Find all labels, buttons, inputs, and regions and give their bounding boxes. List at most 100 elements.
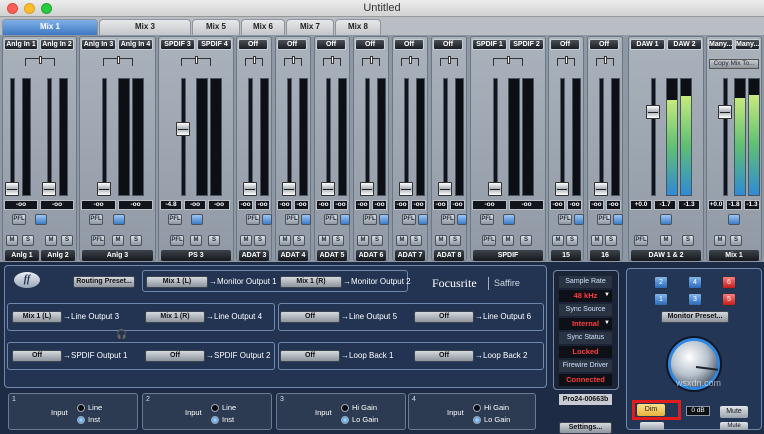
pan-control[interactable] xyxy=(245,56,263,66)
source-select[interactable]: Off xyxy=(433,39,463,50)
radio-option-1[interactable] xyxy=(473,404,481,412)
mute-button[interactable]: M xyxy=(552,235,564,246)
routing-source-select[interactable]: Mix 1 (L) xyxy=(12,311,62,323)
fader-track[interactable] xyxy=(443,78,448,196)
radio-option-2[interactable] xyxy=(77,416,85,424)
stereo-link-button[interactable] xyxy=(340,214,350,225)
radio-option-1[interactable] xyxy=(341,404,349,412)
solo-button[interactable]: S xyxy=(410,235,422,246)
stereo-link-button[interactable] xyxy=(503,214,515,225)
stereo-link-button[interactable] xyxy=(457,214,467,225)
monitor-speaker-2-button[interactable]: 2 xyxy=(654,276,668,289)
tab-mix-6[interactable]: Mix 6 xyxy=(241,19,285,35)
monitor-speaker-4-button[interactable]: 4 xyxy=(688,276,702,289)
routing-source-select[interactable]: Mix 1 (L) xyxy=(146,276,208,288)
solo-button[interactable]: S xyxy=(730,235,742,246)
pfl-button[interactable]: PFL xyxy=(168,214,182,225)
source-select[interactable]: Off xyxy=(394,39,424,50)
routing-source-select[interactable]: Off xyxy=(12,350,62,362)
pan-knob[interactable] xyxy=(370,56,373,64)
mute-button[interactable]: Mute xyxy=(720,406,748,418)
radio-option-1[interactable] xyxy=(211,404,219,412)
solo-button[interactable]: S xyxy=(293,235,305,246)
source-select[interactable]: SPDIF 3 xyxy=(160,39,195,50)
pan-knob[interactable] xyxy=(253,56,256,64)
fader-track[interactable] xyxy=(365,78,370,196)
fader-knob[interactable] xyxy=(488,182,502,196)
monitor-speaker-1-button[interactable]: 1 xyxy=(654,293,668,306)
mute-button[interactable]: M xyxy=(190,235,202,246)
pan-knob[interactable] xyxy=(117,56,120,64)
stereo-link-button[interactable] xyxy=(574,214,584,225)
solo-button[interactable]: S xyxy=(449,235,461,246)
pan-knob[interactable] xyxy=(292,56,295,64)
solo-button[interactable]: S xyxy=(61,235,73,246)
source-select[interactable]: Off xyxy=(316,39,346,50)
source-select[interactable]: SPDIF 2 xyxy=(509,39,544,50)
mute-button[interactable]: M xyxy=(396,235,408,246)
sample-rate-dropdown-icon[interactable]: ▼ xyxy=(604,292,610,298)
routing-source-select[interactable]: Mix 1 (R) xyxy=(145,311,205,323)
fader-track[interactable] xyxy=(47,78,52,196)
tab-mix-7[interactable]: Mix 7 xyxy=(286,19,334,35)
mute-button[interactable]: M xyxy=(714,235,726,246)
source-select[interactable]: SPDIF 4 xyxy=(197,39,232,50)
fader-knob[interactable] xyxy=(282,182,296,196)
stereo-link-button[interactable] xyxy=(35,214,47,225)
routing-source-select[interactable]: Off xyxy=(414,350,474,362)
monitor-preset-button[interactable]: Monitor Preset... xyxy=(661,311,729,323)
pfl-button[interactable]: PFL xyxy=(634,235,648,246)
mute-button[interactable]: M xyxy=(112,235,124,246)
pan-control[interactable] xyxy=(103,56,133,66)
radio-option-1[interactable] xyxy=(77,404,85,412)
source-select[interactable]: SPDIF 1 xyxy=(472,39,507,50)
pan-control[interactable] xyxy=(557,56,575,66)
mute-button[interactable]: M xyxy=(279,235,291,246)
fader-knob[interactable] xyxy=(176,122,190,136)
monitor-speaker-3-button[interactable]: 3 xyxy=(688,293,702,306)
solo-button[interactable]: S xyxy=(22,235,34,246)
pfl-button[interactable]: PFL xyxy=(441,214,455,225)
solo-button[interactable]: S xyxy=(682,235,694,246)
radio-option-2[interactable] xyxy=(473,416,481,424)
source-select[interactable]: DAW 2 xyxy=(667,39,702,50)
pfl-button[interactable]: PFL xyxy=(597,214,611,225)
source-select[interactable]: Many... xyxy=(735,39,760,50)
pan-control[interactable] xyxy=(323,56,341,66)
stereo-link-button[interactable] xyxy=(301,214,311,225)
tab-mix-3[interactable]: Mix 3 xyxy=(99,19,191,35)
mute-button[interactable]: M xyxy=(502,235,514,246)
pan-control[interactable] xyxy=(25,56,55,66)
fader-knob[interactable] xyxy=(399,182,413,196)
fader-knob[interactable] xyxy=(646,105,660,119)
pan-knob[interactable] xyxy=(331,56,334,64)
mute-button[interactable]: M xyxy=(6,235,18,246)
routing-preset-button[interactable]: Routing Preset... xyxy=(73,276,135,288)
fader-track[interactable] xyxy=(493,78,498,196)
routing-source-select[interactable]: Off xyxy=(414,311,474,323)
pan-knob[interactable] xyxy=(565,56,568,64)
pan-knob[interactable] xyxy=(604,56,607,64)
fader-track[interactable] xyxy=(248,78,253,196)
fader-track[interactable] xyxy=(560,78,565,196)
tab-mix-1[interactable]: Mix 1 xyxy=(2,19,98,35)
pfl-button[interactable]: PFL xyxy=(285,214,299,225)
pfl-button[interactable]: PFL xyxy=(480,214,494,225)
pan-control[interactable] xyxy=(401,56,419,66)
source-select[interactable]: Off xyxy=(238,39,268,50)
solo-button[interactable]: S xyxy=(332,235,344,246)
pfl-button[interactable]: PFL xyxy=(482,235,496,246)
stereo-link-button[interactable] xyxy=(418,214,428,225)
pan-control[interactable] xyxy=(493,56,523,66)
pan-knob[interactable] xyxy=(195,56,198,64)
monitor-speaker-5-button[interactable]: 5 xyxy=(722,293,736,306)
mute-button[interactable]: M xyxy=(357,235,369,246)
solo-button[interactable]: S xyxy=(605,235,617,246)
mute-2-button[interactable]: Mute xyxy=(720,422,748,430)
radio-option-2[interactable] xyxy=(211,416,219,424)
source-select[interactable]: Off xyxy=(589,39,619,50)
source-select[interactable]: Off xyxy=(277,39,307,50)
stereo-link-button[interactable] xyxy=(660,214,672,225)
stereo-link-button[interactable] xyxy=(191,214,203,225)
fader-track[interactable] xyxy=(326,78,331,196)
